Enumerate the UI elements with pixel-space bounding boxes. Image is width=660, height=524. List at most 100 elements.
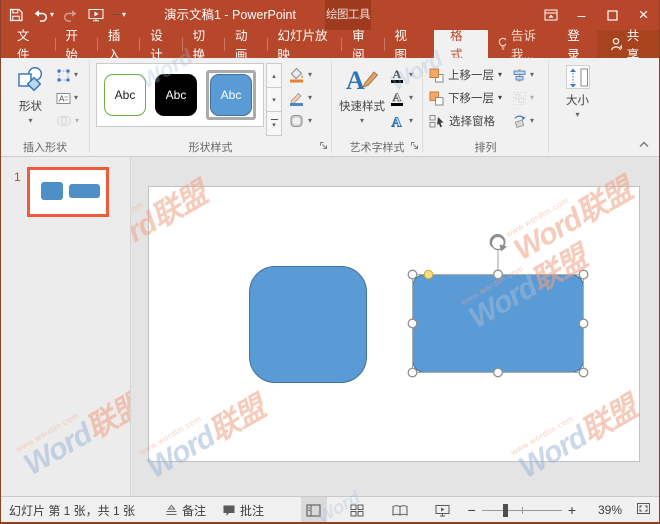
svg-text:A: A [59, 94, 65, 103]
thumbnail-shape-2 [69, 184, 100, 198]
selection-pane-button[interactable]: 选择窗格 [429, 111, 502, 131]
svg-text:A: A [346, 66, 365, 95]
rotate-button[interactable]: ▾ [510, 111, 536, 131]
status-bar: Word 幻灯片 第 1 张，共 1 张 备注 批注 − [1, 496, 659, 523]
gallery-more-button[interactable]: ▾ [266, 111, 282, 136]
merge-shapes-icon [56, 114, 72, 128]
tab-view[interactable]: 视图 [385, 30, 427, 58]
text-effects-button[interactable]: A ▾ [387, 111, 415, 131]
zoom-slider-thumb[interactable] [503, 504, 508, 517]
shapes-button[interactable]: 形状 ▾ [7, 63, 54, 137]
slide-sorter-view-button[interactable] [344, 497, 370, 524]
comments-icon [222, 504, 236, 517]
zoom-slider[interactable] [482, 497, 562, 524]
chevron-down-icon: ▾ [530, 117, 534, 125]
tab-design[interactable]: 设计 [140, 30, 182, 58]
chevron-down-icon: ▾ [75, 117, 79, 125]
group-label: 排列 [423, 137, 548, 156]
chevron-down-icon[interactable]: ▾ [498, 94, 502, 102]
tab-transitions[interactable]: 切换 [183, 30, 225, 58]
size-button[interactable]: 大小 ▾ [554, 63, 601, 137]
fit-slide-button[interactable] [636, 502, 651, 518]
shape-outline-button[interactable]: ▾ [287, 88, 314, 108]
chevron-down-icon: ▾ [409, 94, 413, 102]
watermark: www.wordlm.com Word联盟 [15, 382, 131, 481]
fit-window-icon [636, 502, 651, 515]
bring-forward-button[interactable]: 上移一层 ▾ [429, 65, 502, 85]
sign-in-button[interactable]: 登录 [557, 30, 597, 58]
rotate-icon [512, 114, 527, 129]
group-label: 艺术字样式 [332, 137, 422, 156]
notes-button[interactable]: 备注 [157, 497, 214, 523]
customize-qat-button[interactable]: ▾ [113, 11, 126, 19]
shape-effects-button[interactable]: ▾ [287, 111, 314, 131]
collapse-ribbon-button[interactable] [638, 137, 650, 151]
quick-styles-button[interactable]: A 快速样式 ▾ [337, 63, 387, 137]
chevron-down-icon[interactable]: ▾ [498, 71, 502, 79]
tell-me-button[interactable]: 告诉我... [488, 30, 558, 58]
dialog-launcher-icon[interactable] [319, 141, 328, 153]
maximize-icon [607, 10, 618, 21]
zoom-level[interactable]: 39% [588, 503, 622, 517]
text-box-button[interactable]: A ▾ [54, 88, 81, 108]
text-fill-button[interactable]: A ▾ [387, 65, 415, 85]
maximize-button[interactable] [597, 0, 628, 30]
share-person-icon [610, 37, 622, 51]
dialog-launcher-icon[interactable] [410, 141, 419, 153]
thumbnail-shape-1 [41, 182, 63, 200]
style-preset-3-selected[interactable]: Abc [206, 70, 256, 120]
comments-button[interactable]: 批注 [214, 497, 272, 523]
chevron-down-icon[interactable]: ▾ [50, 11, 54, 19]
group-wordart-styles: A 快速样式 ▾ A ▾ A ▾ A [332, 58, 422, 156]
tab-format[interactable]: 格式 [434, 30, 488, 58]
reading-view-button[interactable] [387, 497, 413, 524]
chevron-down-icon: ▾ [575, 111, 579, 119]
svg-text:A: A [393, 90, 402, 104]
tab-animations[interactable]: 动画 [225, 30, 267, 58]
shape-style-gallery: Abc Abc Abc [96, 63, 264, 127]
style-preset-1[interactable]: Abc [104, 74, 146, 116]
text-outline-icon: A [389, 90, 406, 107]
quick-styles-icon: A [345, 65, 379, 95]
tab-slideshow[interactable]: 幻灯片放映 [267, 30, 341, 58]
redo-button [63, 9, 79, 22]
tab-home[interactable]: 开始 [55, 30, 97, 58]
powerpoint-window: ▾ ▾ 演示文稿1 - PowerPoint 绘图工具 – × [0, 0, 660, 524]
shape-fill-button[interactable]: ▾ [287, 65, 314, 85]
undo-button[interactable]: ▾ [32, 9, 54, 22]
selection-overlay [149, 187, 641, 463]
shape-fill-icon [289, 67, 305, 83]
slideshow-view-button[interactable] [430, 497, 456, 524]
slide-thumbnail-1[interactable] [27, 167, 109, 217]
zoom-out-button[interactable]: − [468, 502, 476, 518]
zoom-in-button[interactable]: + [568, 502, 576, 518]
slide-1-surface[interactable] [148, 186, 640, 462]
group-shape-styles: Abc Abc Abc ▴ ▾ ▾ ▾ [90, 58, 331, 156]
chevron-down-icon: ▾ [308, 94, 312, 102]
slide-number: 1 [14, 170, 21, 184]
align-button[interactable]: ▾ [510, 65, 536, 85]
collapse-ribbon-icon [638, 140, 650, 148]
redo-icon [63, 9, 79, 22]
share-button[interactable]: 共享 [597, 30, 659, 58]
save-button[interactable] [9, 8, 23, 22]
view-switcher [301, 497, 456, 524]
style-preset-2[interactable]: Abc [155, 74, 197, 116]
chevron-down-icon: ▾ [74, 94, 78, 102]
send-backward-button[interactable]: 下移一层 ▾ [429, 88, 502, 108]
save-icon [9, 8, 23, 22]
tab-insert[interactable]: 插入 [98, 30, 140, 58]
window-title: 演示文稿1 - PowerPoint [164, 0, 296, 30]
text-outline-button[interactable]: A ▾ [387, 88, 415, 108]
qat-more-icon [113, 14, 120, 15]
tab-file[interactable]: 文件 [1, 30, 55, 58]
gallery-up-button[interactable]: ▴ [266, 63, 282, 88]
edit-shape-button[interactable]: ▾ [54, 65, 81, 85]
chevron-down-icon: ▾ [74, 71, 78, 79]
gallery-down-button[interactable]: ▾ [266, 87, 282, 112]
group-size: 大小 ▾ [549, 58, 606, 156]
tab-review[interactable]: 审阅 [342, 30, 384, 58]
normal-view-button[interactable] [301, 497, 327, 524]
start-slideshow-button[interactable] [88, 8, 104, 22]
size-icon [566, 65, 590, 89]
